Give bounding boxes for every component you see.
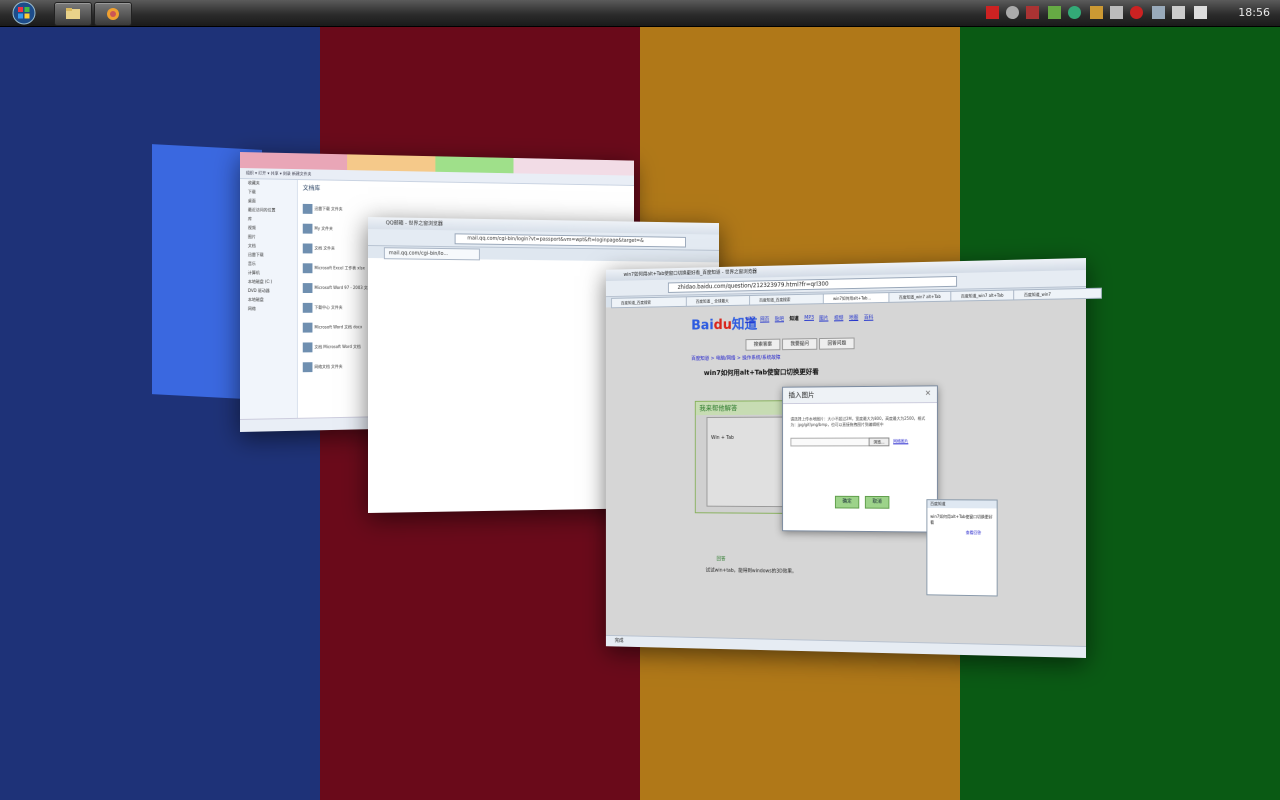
help-icon[interactable]: [986, 6, 999, 19]
taskbar: 18:56: [0, 0, 1280, 27]
file-item[interactable]: 网络文档 文件夹: [303, 362, 343, 372]
category-link[interactable]: 网页: [760, 316, 769, 323]
file-item[interactable]: My 文件夹: [303, 224, 333, 234]
sidebar-item[interactable]: 文档: [240, 242, 297, 251]
update-icon[interactable]: [1068, 6, 1081, 19]
ask-question-button[interactable]: 我要提问: [782, 338, 817, 350]
browse-button[interactable]: 浏览...: [869, 438, 890, 447]
sidebar-item[interactable]: DVD 驱动器: [240, 287, 297, 296]
display-icon[interactable]: [1110, 6, 1123, 19]
network-image-link[interactable]: 网络图片: [893, 438, 908, 444]
category-link-active[interactable]: 知道: [790, 315, 799, 322]
explorer-sidebar: 收藏夹 下载 桌面 最近访问的位置 库 视频 图片 文档 迅雷下载 音乐 计算机…: [240, 179, 298, 420]
qq-address-bar[interactable]: mail.qq.com/cgi-bin/login?vt=passport&vm…: [455, 233, 686, 247]
insert-image-dialog[interactable]: 插入图片 × 请选择上传本地图片：大小不超过2M，宽度最大为800，高度最大为2…: [782, 385, 938, 532]
sidebar-item[interactable]: 迅雷下载: [240, 251, 297, 260]
browser-tab[interactable]: 百度知道_百度搜索: [611, 296, 691, 308]
file-item[interactable]: Microsoft Word 文档 docx: [303, 322, 363, 332]
sidebar-item[interactable]: 本地磁盘 (C:): [240, 278, 297, 287]
file-item[interactable]: 下载中心 文件夹: [303, 303, 343, 313]
dialog-description: 请选择上传本地图片：大小不超过2M，宽度最大为800，高度最大为2500，格式为…: [790, 416, 929, 428]
file-item[interactable]: 文档 文件夹: [303, 243, 335, 253]
question-title: win7如何用alt+Tab使窗口切换更好看: [704, 367, 819, 378]
qq-tab[interactable]: mail.qq.com/cgi-bin/lo...: [384, 247, 480, 260]
category-link[interactable]: 新闻: [746, 316, 755, 323]
file-icon: [303, 243, 313, 253]
category-link[interactable]: MP3: [804, 315, 814, 321]
category-link[interactable]: 地图: [849, 314, 858, 321]
reply-label: 回答: [716, 555, 725, 562]
browser-tab[interactable]: 百度知道_百度搜索: [749, 293, 832, 305]
user-info-panel: [932, 355, 1015, 464]
cancel-button[interactable]: 取消: [865, 496, 889, 509]
popup-title: 百度知道: [927, 500, 996, 508]
file-icon: [303, 342, 313, 352]
bluetooth-icon[interactable]: [1152, 6, 1165, 19]
folder-icon: [55, 3, 91, 25]
file-icon: [303, 224, 313, 234]
flag-icon[interactable]: [1194, 6, 1207, 19]
file-icon: [303, 362, 313, 372]
file-item[interactable]: Microsoft Excel 工作表 xlsx: [303, 263, 365, 273]
dialog-title: 插入图片: [783, 386, 937, 404]
reply-text: 试试win+tab，能得到windows的3D效果。: [706, 567, 797, 575]
category-link[interactable]: 图片: [819, 315, 828, 322]
clock[interactable]: 18:56: [1238, 6, 1270, 19]
file-path-input[interactable]: [790, 438, 870, 447]
notification-popup[interactable]: 百度知道 win7如何用alt+Tab使窗口切换更好看 查看回答: [926, 499, 997, 596]
volume-icon[interactable]: [1172, 6, 1185, 19]
antivirus-icon[interactable]: [1130, 6, 1143, 19]
dialog-close-icon[interactable]: ×: [925, 388, 931, 397]
file-item[interactable]: 迅雷下载 文件夹: [303, 204, 343, 214]
disc-icon[interactable]: [1006, 6, 1019, 19]
security-icon[interactable]: [1026, 6, 1039, 19]
tool-icon[interactable]: [1090, 6, 1103, 19]
answer-question-button[interactable]: 回答问题: [819, 338, 854, 350]
answer-editor-text: Win + Tab: [711, 435, 734, 441]
file-icon: [303, 263, 313, 273]
shield-icon[interactable]: [1048, 6, 1061, 19]
sidebar-item[interactable]: 图片: [240, 233, 297, 242]
start-button[interactable]: [6, 1, 42, 25]
category-link[interactable]: 百科: [864, 314, 873, 321]
breadcrumb[interactable]: 百度知道 > 电脑/网络 > 操作系统/系统故障: [691, 354, 780, 362]
ok-button[interactable]: 确定: [835, 496, 859, 509]
sidebar-item[interactable]: 计算机: [240, 269, 297, 278]
file-icon: [303, 204, 313, 214]
taskbar-browser-button[interactable]: [94, 2, 132, 26]
file-icon: [303, 303, 313, 313]
search-answer-button[interactable]: 搜索答案: [746, 339, 781, 351]
baidu-browser-window[interactable]: win7如何用alt+Tab使窗口切换更好看_百度知道 - 世界之窗浏览器 zh…: [606, 258, 1086, 658]
popup-link[interactable]: 查看回答: [966, 530, 981, 536]
system-tray: 18:56: [980, 0, 1280, 26]
category-link[interactable]: 视频: [834, 314, 843, 321]
file-icon: [303, 323, 313, 333]
category-link[interactable]: 贴吧: [775, 315, 784, 322]
taskbar-explorer-button[interactable]: [54, 2, 92, 26]
popup-text: win7如何用alt+Tab使窗口切换更好看: [930, 514, 994, 526]
browser-icon: [95, 3, 131, 25]
file-icon: [303, 283, 313, 293]
sidebar-item[interactable]: 网络: [240, 305, 297, 314]
browser-tab[interactable]: 百度知道_win7: [1013, 288, 1102, 301]
sidebar-item[interactable]: 音乐: [240, 260, 297, 269]
file-item[interactable]: 文档 Microsoft Word 文档: [303, 342, 361, 352]
sidebar-item[interactable]: 本地磁盘: [240, 296, 297, 305]
